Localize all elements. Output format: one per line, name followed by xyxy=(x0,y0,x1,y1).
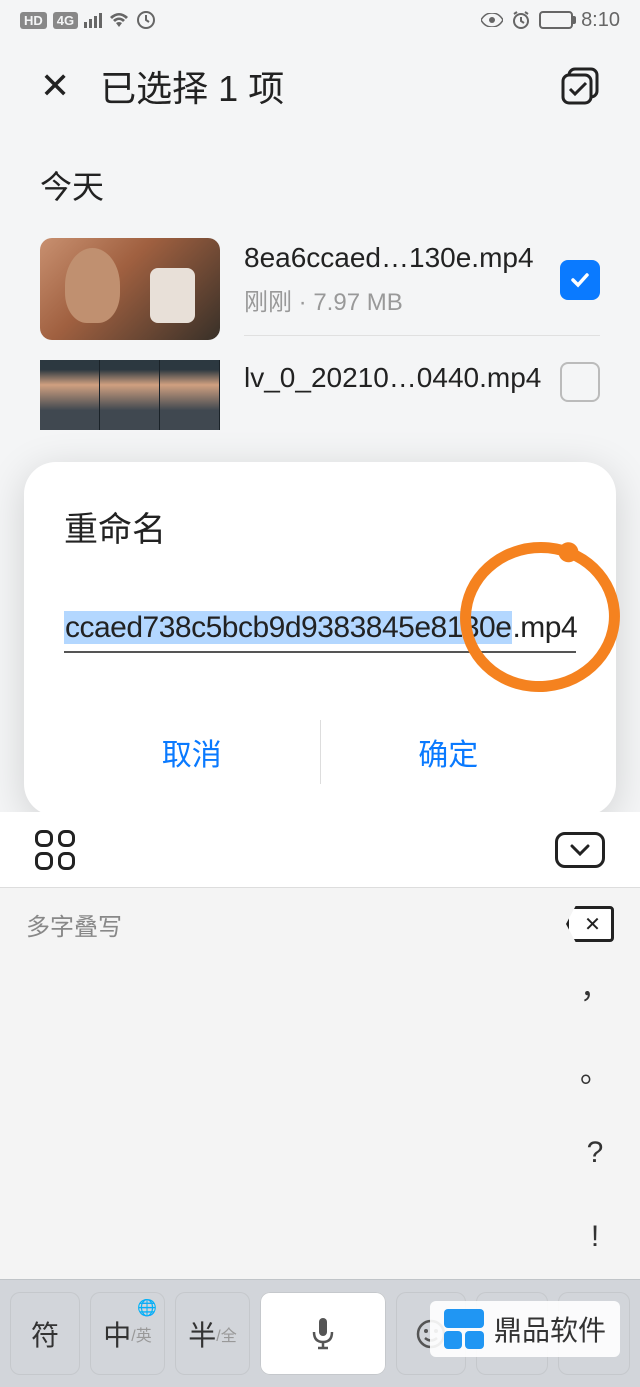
file-row[interactable]: 8ea6ccaed…130e.mp4 刚刚 · 7.97 MB xyxy=(0,228,640,360)
dialog-title: 重命名 xyxy=(64,502,576,551)
backspace-icon[interactable]: ✕ xyxy=(566,906,614,942)
keyboard-collapse-icon[interactable] xyxy=(555,832,605,868)
file-row[interactable]: lv_0_20210…0440.mp4 xyxy=(0,360,640,430)
rename-dialog: 重命名 ccaed738c5bcb9d9383845e8130e.mp4 取消 … xyxy=(24,462,616,816)
signal-icon xyxy=(84,13,102,28)
ime-hint: 多字叠写 xyxy=(26,907,122,942)
video-thumbnail xyxy=(40,360,220,430)
file-name: lv_0_20210…0440.mp4 xyxy=(244,362,544,394)
section-today: 今天 xyxy=(0,152,640,228)
watermark-logo-icon xyxy=(444,1309,484,1349)
punct-key[interactable]: ? xyxy=(550,1111,640,1195)
watermark: 鼎品软件 xyxy=(430,1301,620,1357)
selection-header: ✕ 已选择 1 项 xyxy=(0,40,640,152)
eye-icon xyxy=(481,13,503,27)
page-title: 已选择 1 项 xyxy=(100,60,530,112)
punct-key[interactable]: ! xyxy=(550,1195,640,1279)
halfwidth-key[interactable]: 半/全 xyxy=(175,1292,250,1375)
punct-key[interactable]: ， xyxy=(550,943,640,1027)
hd-badge: HD xyxy=(20,12,47,29)
mic-icon xyxy=(309,1316,337,1352)
file-meta: 刚刚 · 7.97 MB xyxy=(244,282,544,317)
file-checkbox[interactable] xyxy=(560,260,600,300)
video-thumbnail xyxy=(40,238,220,340)
status-bar: HD 4G 8:10 xyxy=(0,0,640,40)
punct-key[interactable]: 。 xyxy=(550,1027,640,1111)
keyboard-toolbar xyxy=(0,812,640,887)
wifi-icon xyxy=(108,11,130,29)
watermark-text: 鼎品软件 xyxy=(494,1309,606,1349)
cancel-button[interactable]: 取消 xyxy=(64,708,320,796)
clock-text: 8:10 xyxy=(581,9,620,32)
symbol-key[interactable]: 符 xyxy=(10,1292,80,1375)
keyboard-apps-icon[interactable] xyxy=(35,830,75,870)
file-checkbox[interactable] xyxy=(560,362,600,402)
rename-input[interactable]: ccaed738c5bcb9d9383845e8130e.mp4 xyxy=(64,611,576,653)
select-all-icon[interactable] xyxy=(560,66,600,106)
close-icon[interactable]: ✕ xyxy=(40,65,70,107)
confirm-button[interactable]: 确定 xyxy=(321,708,577,796)
battery-icon xyxy=(539,11,573,29)
punctuation-column: ， 。 ? ! xyxy=(550,943,640,1279)
keyboard-area[interactable]: 多字叠写 ✕ ， 。 ? ! xyxy=(0,887,640,1279)
language-key[interactable]: 中/英🌐 xyxy=(90,1292,165,1375)
network-badge: 4G xyxy=(53,12,78,29)
alarm-icon xyxy=(511,10,531,30)
voice-input-key[interactable] xyxy=(260,1292,386,1375)
file-name: 8ea6ccaed…130e.mp4 xyxy=(244,242,544,274)
rotate-icon xyxy=(136,10,156,30)
